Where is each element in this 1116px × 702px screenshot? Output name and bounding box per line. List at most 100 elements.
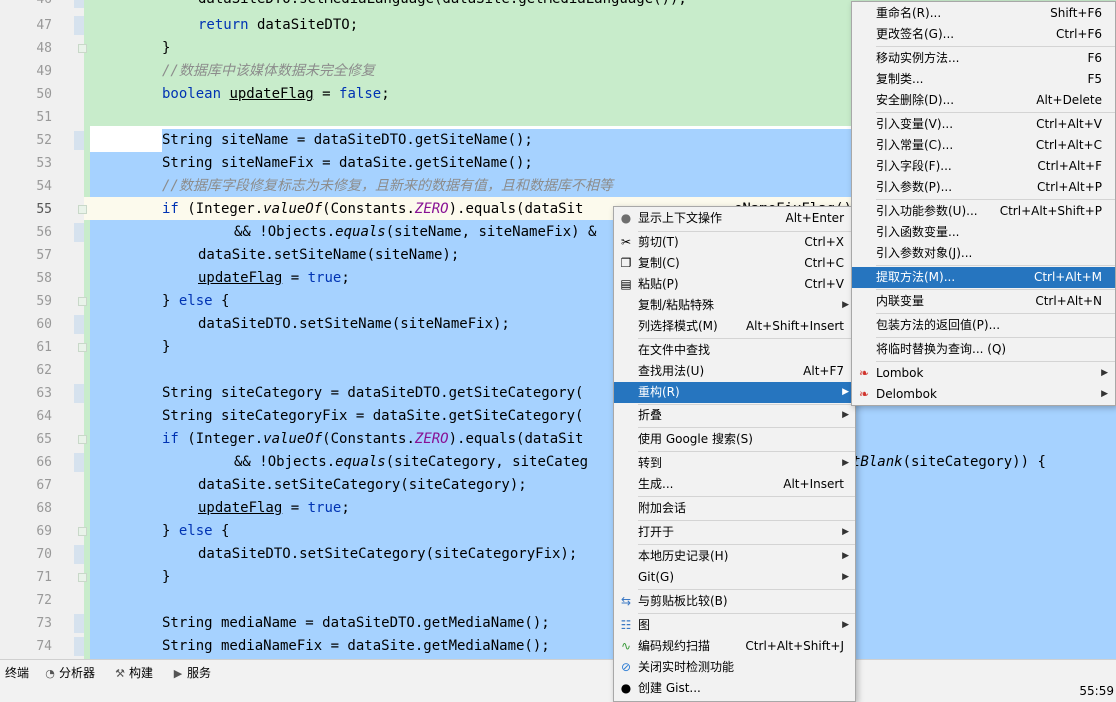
submenu-arrow-icon: ▶ [842, 300, 849, 310]
fold-marker-icon[interactable] [78, 44, 87, 53]
terminal-tab[interactable]: 终端 [5, 664, 29, 681]
code-line[interactable]: } else { [162, 290, 229, 313]
menu-item-local-history[interactable]: 本地历史记录(H) ▶ [614, 546, 855, 567]
menu-item-refactor[interactable]: 重构(R) ▶ [614, 382, 855, 403]
fold-marker-icon[interactable] [78, 573, 87, 582]
menu-item-extract-method[interactable]: 提取方法(M)... Ctrl+Alt+M [852, 267, 1115, 288]
menu-item-move-instance-method[interactable]: 移动实例方法... F6 [852, 48, 1115, 69]
menu-item-find-usages[interactable]: 查找用法(U) Alt+F7 [614, 361, 855, 382]
code-text: { [212, 523, 230, 539]
menu-item-rename[interactable]: 重命名(R)... Shift+F6 [852, 3, 1115, 24]
code-line[interactable]: String siteCategory = dataSiteDTO.getSit… [162, 382, 583, 405]
code-line[interactable]: } [162, 37, 170, 60]
menu-item-label: 包装方法的返回值(P)... [876, 318, 1001, 332]
menu-item-find-in-files[interactable]: 在文件中查找 [614, 340, 855, 361]
fold-marker-icon[interactable] [78, 297, 87, 306]
menu-item-create-gist[interactable]: ● 创建 Gist... [614, 678, 855, 699]
menu-item-code-scan[interactable]: ∿ 编码规约扫描 Ctrl+Alt+Shift+J [614, 636, 855, 657]
menu-item-shortcut: Ctrl+Alt+Shift+J [745, 639, 844, 653]
code-comment[interactable]: //数据库字段修复标志为未修复，且新来的数据有值，且和数据库不相等 [162, 175, 613, 198]
menu-item-goto[interactable]: 转到 ▶ [614, 453, 855, 474]
menu-item-introduce-constant[interactable]: 引入常量(C)... Ctrl+Alt+C [852, 135, 1115, 156]
menu-item-wrap-method-return[interactable]: 包装方法的返回值(P)... [852, 315, 1115, 336]
menu-item-show-context-actions[interactable]: ● 显示上下文操作 Alt+Enter [614, 208, 855, 229]
menu-item-google-search[interactable]: 使用 Google 搜索(S) [614, 429, 855, 450]
menu-item-copy[interactable]: ❐ 复制(C) Ctrl+C [614, 253, 855, 274]
code-line[interactable]: && !Objects.equals(siteName, siteNameFix… [234, 221, 596, 244]
menu-separator [638, 589, 855, 590]
menu-item-generate[interactable]: 生成... Alt+Insert [614, 474, 855, 495]
code-line[interactable]: dataSiteDTO.setMediaLanguage(dataSite.ge… [198, 0, 687, 11]
code-line[interactable]: if (Integer.valueOf(Constants.ZERO).equa… [162, 428, 583, 451]
code-line-tail[interactable]: tBlank(siteCategory)) { [852, 451, 1046, 474]
menu-item-column-selection[interactable]: 列选择模式(M) Alt+Shift+Insert [614, 316, 855, 337]
code-line[interactable]: String mediaName = dataSiteDTO.getMediaN… [162, 612, 550, 635]
code-line[interactable]: } [162, 336, 170, 359]
code-text: = [313, 86, 340, 102]
menu-item-delombok[interactable]: ❧ Delombok ▶ [852, 384, 1115, 405]
code-line[interactable]: dataSite.setSiteCategory(siteCategory); [198, 474, 527, 497]
line-number: 71 [36, 570, 52, 585]
profiler-tab[interactable]: ◔ 分析器 [44, 664, 95, 681]
code-text: (Constants. [322, 201, 415, 217]
menu-item-open-in[interactable]: 打开于 ▶ [614, 522, 855, 543]
code-line[interactable]: String siteNameFix = dataSite.getSiteNam… [162, 152, 533, 175]
menu-item-diagrams[interactable]: ☷ 图 ▶ [614, 615, 855, 636]
menu-item-git[interactable]: Git(G) ▶ [614, 567, 855, 588]
menu-item-introduce-variable[interactable]: 引入变量(V)... Ctrl+Alt+V [852, 114, 1115, 135]
menu-item-paste[interactable]: ▤ 粘贴(P) Ctrl+V [614, 274, 855, 295]
keyword: return [198, 17, 249, 33]
menu-item-introduce-parameter-object[interactable]: 引入参数对象(J)... [852, 243, 1115, 264]
menu-separator [876, 199, 1115, 200]
menu-item-lombok[interactable]: ❧ Lombok ▶ [852, 363, 1115, 384]
refactor-submenu: 重命名(R)... Shift+F6 更改签名(G)... Ctrl+F6 移动实例… [851, 1, 1116, 406]
menu-item-inline-variable[interactable]: 内联变量 Ctrl+Alt+N [852, 291, 1115, 312]
menu-item-compare-clipboard[interactable]: ⇆ 与剪贴板比较(B) [614, 591, 855, 612]
code-line[interactable]: updateFlag = true; [198, 497, 350, 520]
menu-item-label: 重命名(R)... [876, 6, 942, 20]
menu-item-attach-session[interactable]: 附加会话 [614, 498, 855, 519]
fold-marker-icon[interactable] [78, 435, 87, 444]
menu-item-replace-temp-with-query[interactable]: 将临时替换为查询... (Q) [852, 339, 1115, 360]
fold-marker-icon[interactable] [78, 527, 87, 536]
code-line[interactable]: } else { [162, 520, 229, 543]
menu-item-introduce-functional-parameter[interactable]: 引入功能参数(U)... Ctrl+Alt+Shift+P [852, 201, 1115, 222]
code-line[interactable]: boolean updateFlag = false; [162, 83, 390, 106]
fold-marker-icon[interactable] [78, 205, 87, 214]
line-number: 66 [36, 455, 52, 470]
menu-item-cut[interactable]: ✂ 剪切(T) Ctrl+X [614, 232, 855, 253]
code-line[interactable]: dataSiteDTO.setSiteCategory(siteCategory… [198, 543, 577, 566]
services-tab[interactable]: ▶ 服务 [172, 664, 211, 681]
code-line[interactable]: updateFlag = true; [198, 267, 350, 290]
menu-item-copy-class[interactable]: 复制类... F5 [852, 69, 1115, 90]
menu-item-label: 移动实例方法... [876, 51, 960, 65]
menu-item-safe-delete[interactable]: 安全删除(D)... Alt+Delete [852, 90, 1115, 111]
menu-item-copy-paste-special[interactable]: 复制/粘贴特殊 ▶ [614, 295, 855, 316]
menu-item-change-signature[interactable]: 更改签名(G)... Ctrl+F6 [852, 24, 1115, 45]
menu-separator [876, 265, 1115, 266]
code-line[interactable]: } [162, 566, 170, 589]
build-tab[interactable]: ⚒ 构建 [114, 664, 153, 681]
menu-item-disable-realtime[interactable]: ⊘ 关闭实时检测功能 [614, 657, 855, 678]
code-line[interactable]: String siteName = dataSiteDTO.getSiteNam… [162, 129, 533, 152]
code-line[interactable]: if (Integer.valueOf(Constants.ZERO).equa… [162, 198, 583, 221]
line-number: 64 [36, 409, 52, 424]
code-line[interactable]: dataSiteDTO.setSiteName(siteNameFix); [198, 313, 510, 336]
code-line[interactable]: dataSite.setSiteName(siteName); [198, 244, 459, 267]
line-number: 54 [36, 179, 52, 194]
code-line[interactable]: return dataSiteDTO; [198, 14, 358, 37]
code-line[interactable]: && !Objects.equals(siteCategory, siteCat… [234, 451, 588, 474]
fold-marker-icon[interactable] [78, 343, 87, 352]
menu-item-introduce-functional-variable[interactable]: 引入函数变量... [852, 222, 1115, 243]
menu-separator [876, 46, 1115, 47]
line-number-gutter[interactable]: 46 47 48 49 50 51 52 53 54 55 56 57 58 5… [0, 0, 84, 659]
menu-item-introduce-parameter[interactable]: 引入参数(P)... Ctrl+Alt+P [852, 177, 1115, 198]
code-line[interactable]: String mediaNameFix = dataSite.getMediaN… [162, 635, 550, 658]
menu-item-introduce-field[interactable]: 引入字段(F)... Ctrl+Alt+F [852, 156, 1115, 177]
code-line[interactable]: String siteCategoryFix = dataSite.getSit… [162, 405, 583, 428]
caret-position[interactable]: 55:59 [1079, 684, 1114, 698]
copy-icon: ❐ [620, 256, 632, 270]
submenu-arrow-icon: ▶ [842, 410, 849, 420]
menu-item-folding[interactable]: 折叠 ▶ [614, 405, 855, 426]
code-comment[interactable]: //数据库中该媒体数据未完全修复 [162, 60, 375, 83]
